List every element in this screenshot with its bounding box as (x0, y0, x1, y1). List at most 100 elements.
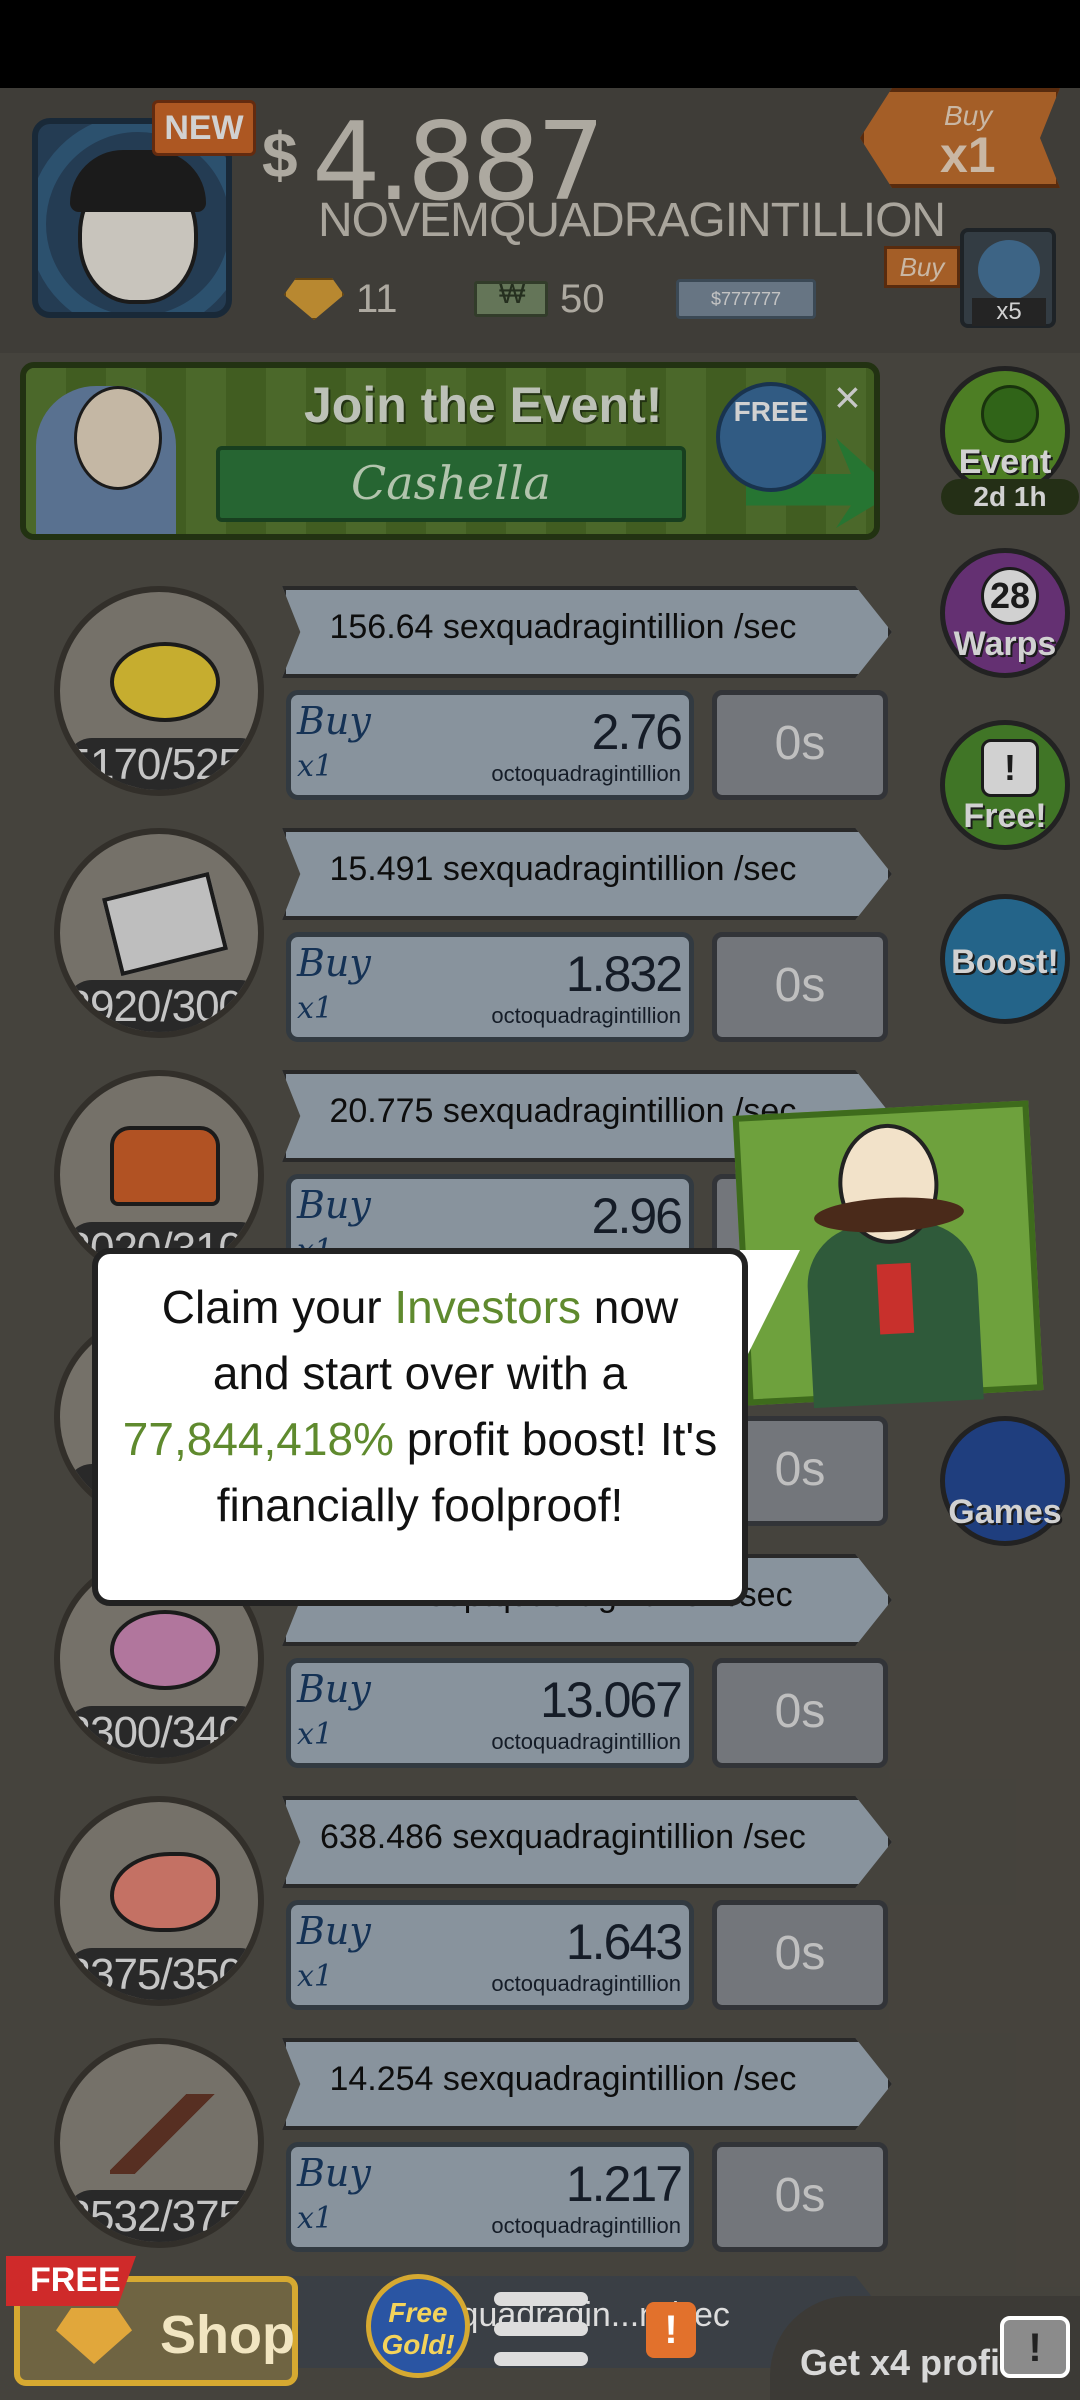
free-ribbon: FREE (6, 2256, 136, 2306)
gold-counter[interactable]: 11 (284, 274, 398, 324)
business-count: 2920/3000 (66, 980, 258, 1032)
boost-side-button[interactable]: Boost! (940, 894, 1070, 1024)
bank-button[interactable]: x5 (960, 228, 1056, 328)
buy-cost-unit: octoquadragintillion (491, 1003, 681, 1028)
buy-multiplier-text: x1 (297, 2201, 334, 2236)
buy-text: Buy (297, 1183, 371, 1227)
cash-symbol: $ (262, 119, 298, 191)
business-timer: 0s (712, 2142, 888, 2252)
games-side-button[interactable]: Games (940, 1416, 1070, 1546)
x4-profit-button[interactable]: Get x4 profit! ! (770, 2296, 1080, 2400)
free-gold-button[interactable]: Free Gold! (366, 2274, 470, 2378)
buy-cost-unit: octoquadragintillion (491, 2213, 681, 2238)
warps-side-label: Warps (953, 625, 1057, 663)
event-name: Cashella (216, 446, 686, 522)
buy-cost: 13.067 (540, 1672, 683, 1728)
games-side-label: Games (948, 1493, 1062, 1531)
close-icon[interactable]: × (834, 370, 861, 424)
business-manage-button[interactable]: 3375/3500 (54, 1796, 264, 2006)
hockey-stick-icon (110, 2094, 220, 2174)
business-buy-button[interactable]: Buy x1 1.643 octoquadragintillion (286, 1900, 694, 2010)
dialog-text: Claim your (161, 1281, 395, 1333)
buy-cost: 1.643 (565, 1914, 683, 1970)
event-side-button[interactable]: Event 2d 1h (940, 366, 1079, 515)
car-icon (110, 1126, 220, 1206)
buy-cost: 2.96 (591, 1188, 683, 1244)
shop-label: Shop (160, 2305, 295, 2365)
buy-cost: 1.832 (565, 946, 683, 1002)
business-buy-button[interactable]: Buy x1 1.832 octoquadragintillion (286, 932, 694, 1042)
hamburger-menu-icon[interactable] (494, 2292, 588, 2372)
dialog-highlight-investors: Investors (394, 1281, 582, 1333)
buy-text: Buy (297, 1667, 371, 1711)
free-side-label: Free! (963, 797, 1047, 835)
dialog-highlight-percent: 77,844,418% (122, 1413, 394, 1465)
event-side-label: Event (958, 443, 1052, 481)
business-row: 2920/3000 15.491 sexquadragintillion /se… (0, 828, 900, 1058)
event-character-head (74, 386, 162, 490)
business-buy-button[interactable]: Buy x1 2.76 octoquadragintillion (286, 690, 694, 800)
buy-text: Buy (297, 1909, 371, 1953)
new-badge: NEW (152, 100, 256, 156)
top-hat-icon (981, 385, 1039, 443)
rate-text: 156.64 sexquadragintillion /sec (329, 608, 797, 646)
newspaper-icon (101, 871, 229, 977)
investors-dialog[interactable]: Claim your Investors now and start over … (92, 1248, 748, 1606)
buy-multiplier: x1 (940, 127, 996, 183)
buy-cost-unit: octoquadragintillion (491, 1729, 681, 1754)
business-count: 3300/3400 (66, 1706, 258, 1758)
buy-cost-unit: octoquadragintillion (491, 761, 681, 786)
boost-side-label: Boost! (951, 943, 1059, 981)
bank-building-icon (978, 240, 1040, 300)
advisor-tie (876, 1262, 915, 1335)
bank-multiplier: x5 (972, 298, 1046, 326)
gold-gem-icon (284, 278, 344, 320)
ticket-counter[interactable]: $777777 (676, 274, 816, 324)
donut-icon (110, 1610, 220, 1690)
alert-icon[interactable]: ! (646, 2302, 696, 2358)
megabucks-counter[interactable]: 50 (474, 274, 605, 324)
header: NEW $ 4.887 NOVEMQUADRAGINTILLION 11 50 … (0, 88, 1080, 353)
business-timer: 0s (712, 1900, 888, 2010)
business-manage-button[interactable]: 2920/3000 (54, 828, 264, 1038)
business-timer: 0s (712, 690, 888, 800)
warps-count-badge: 28 (981, 567, 1039, 625)
business-buy-button[interactable]: Buy x1 13.067 octoquadragintillion (286, 1658, 694, 1768)
business-row: 5170/5250 156.64 sexquadragintillion /se… (0, 586, 900, 816)
buy-multiplier-button[interactable]: Buy x1 (860, 88, 1060, 188)
business-manage-button[interactable]: 5170/5250 (54, 586, 264, 796)
cash-unit: NOVEMQUADRAGINTILLION (318, 194, 946, 247)
buy-multiplier-text: x1 (297, 1717, 334, 1752)
bank-buy-button[interactable]: Buy (884, 246, 960, 288)
event-banner[interactable]: Join the Event! Cashella FREE × (20, 362, 880, 540)
business-rate: 15.491 sexquadragintillion /sec (282, 828, 892, 920)
buy-text: Buy (297, 699, 371, 743)
bottom-bar: ...exquadragin...n /sec Shop FREE Free G… (0, 2256, 1080, 2400)
rate-text: 638.486 sexquadragintillion /sec (320, 1818, 806, 1856)
business-rate: 156.64 sexquadragintillion /sec (282, 586, 892, 678)
buy-cost: 2.76 (591, 704, 683, 760)
event-character (36, 386, 176, 534)
business-buy-button[interactable]: Buy x1 1.217 octoquadragintillion (286, 2142, 694, 2252)
business-count: 5170/5250 (66, 738, 258, 790)
free-gold-badge: FREE (716, 382, 826, 492)
buy-multiplier-text: x1 (297, 991, 334, 1026)
business-row: 3375/3500 638.486 sexquadragintillion /s… (0, 1796, 900, 2026)
event-title: Join the Event! (304, 377, 663, 433)
buy-multiplier-text: x1 (297, 749, 334, 784)
business-manage-button[interactable]: 3532/3750 (54, 2038, 264, 2248)
x4-profit-label: Get x4 profit! (800, 2342, 1025, 2383)
game-screen: NEW $ 4.887 NOVEMQUADRAGINTILLION 11 50 … (0, 0, 1080, 2400)
rate-text: 15.491 sexquadragintillion /sec (329, 850, 797, 888)
free-badge-label: FREE (733, 396, 809, 427)
lemon-icon (110, 642, 220, 722)
ticket-icon: $777777 (676, 279, 816, 319)
gold-count: 11 (356, 276, 398, 321)
warps-side-button[interactable]: 28 Warps (940, 548, 1070, 678)
rate-text: 14.254 sexquadragintillion /sec (329, 2060, 797, 2098)
gold-gem-icon (56, 2308, 132, 2364)
business-count: 3532/3750 (66, 2190, 258, 2242)
tv-icon: ! (981, 739, 1039, 797)
free-side-button[interactable]: ! Free! (940, 720, 1070, 850)
event-timer: 2d 1h (941, 479, 1079, 515)
